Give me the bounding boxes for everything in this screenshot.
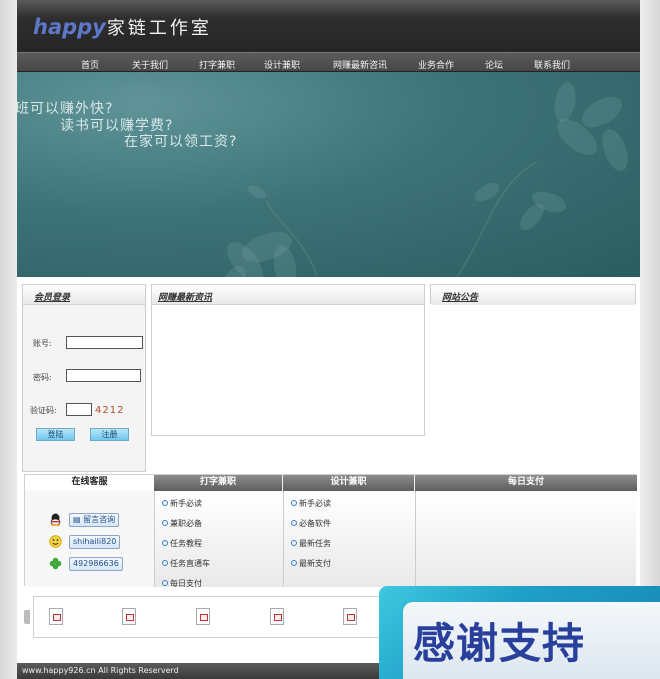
- register-button[interactable]: 注册: [90, 428, 129, 441]
- message-icon: ▤: [73, 515, 81, 524]
- account-input[interactable]: [66, 336, 143, 349]
- captcha-input[interactable]: [66, 403, 92, 416]
- smiley-icon: [49, 535, 62, 548]
- broken-image-icon[interactable]: [49, 608, 63, 625]
- broken-image-icon[interactable]: [122, 608, 136, 625]
- broken-image-icon[interactable]: [270, 608, 284, 625]
- notice-title: 网站公告: [442, 293, 479, 303]
- nav-news[interactable]: 网赚最新咨讯: [333, 58, 387, 71]
- message-consult-label: 留言咨询: [83, 515, 116, 524]
- list-item[interactable]: 新手必读: [291, 493, 415, 513]
- bullet-icon: [291, 520, 297, 526]
- news-header: 网赚最新资讯: [152, 285, 424, 305]
- notice-panel: 网站公告: [430, 284, 636, 305]
- bullet-icon: [291, 560, 297, 566]
- broken-image-icon[interactable]: [196, 608, 210, 625]
- list-item[interactable]: 新手必读: [162, 493, 283, 513]
- tab-daily-payment[interactable]: 每日支付: [415, 475, 637, 491]
- bullet-icon: [162, 540, 168, 546]
- banner: 班可以赚外快? 读书可以赚学费? 在家可以领工资?: [17, 72, 640, 277]
- thanks-text: 感谢支持: [413, 619, 586, 668]
- bullet-icon: [291, 540, 297, 546]
- left-background: [0, 0, 17, 679]
- bullet-icon: [291, 500, 297, 506]
- logo-english: happy: [33, 15, 106, 39]
- banner-line-3: 在家可以领工资?: [124, 134, 238, 150]
- list-item[interactable]: 最新支付: [291, 553, 415, 573]
- list-item[interactable]: 兼职必备: [162, 513, 283, 533]
- thanks-overlay: 感谢支持: [379, 586, 660, 679]
- news-title: 网赚最新资讯: [158, 293, 213, 303]
- nav-typing-job[interactable]: 打字兼职: [199, 58, 235, 71]
- news-panel: 网赚最新资讯: [151, 284, 425, 436]
- message-consult-button[interactable]: ▤ 留言咨询: [69, 513, 120, 527]
- page: happy 家链工作室 首页 关于我们 打字兼职 设计兼职 网赚最新咨讯 业务合…: [17, 0, 640, 679]
- broken-image-icon[interactable]: [343, 608, 357, 625]
- bullet-icon: [162, 520, 168, 526]
- member-login-panel: 会员登录 账号: 密码: 验证码: 4212 登陆 注册: [22, 284, 146, 472]
- design-job-list: 新手必读 必备软件 最新任务 最新支付: [283, 491, 415, 587]
- list-item[interactable]: 最新任务: [291, 533, 415, 553]
- login-header: 会员登录: [23, 285, 145, 305]
- service-contact-1[interactable]: shihaili820: [69, 535, 121, 549]
- captcha-code: 4212: [95, 405, 125, 416]
- tab-design-job[interactable]: 设计兼职: [283, 475, 414, 491]
- tab-online-service[interactable]: 在线客服: [25, 475, 154, 491]
- nav-forum[interactable]: 论坛: [485, 58, 503, 71]
- clover-icon: [49, 557, 62, 570]
- tab-typing-job[interactable]: 打字兼职: [154, 475, 282, 491]
- list-item[interactable]: 任务直通车: [162, 553, 283, 573]
- login-title: 会员登录: [34, 293, 71, 303]
- service-contact-2[interactable]: 492986636: [69, 557, 123, 571]
- login-button[interactable]: 登陆: [36, 428, 75, 441]
- nav-contact[interactable]: 联系我们: [534, 58, 570, 71]
- typing-job-list: 新手必读 兼职必备 任务教程 任务直通车 每日支付: [154, 491, 283, 588]
- account-label: 账号:: [33, 339, 52, 348]
- right-background: [640, 0, 660, 679]
- bullet-icon: [162, 580, 168, 586]
- password-input[interactable]: [66, 369, 141, 382]
- qq-icon: [50, 513, 61, 526]
- main-nav: 首页 关于我们 打字兼职 设计兼职 网赚最新咨讯 业务合作 论坛 联系我们: [17, 52, 640, 72]
- list-item[interactable]: 任务教程: [162, 533, 283, 553]
- logo-chinese: 家链工作室: [106, 18, 212, 39]
- bullet-icon: [162, 560, 168, 566]
- site-logo[interactable]: happy 家链工作室: [33, 14, 212, 40]
- thanks-card: 感谢支持: [403, 602, 660, 679]
- notice-header: 网站公告: [431, 285, 635, 305]
- list-item[interactable]: 每日支付: [162, 573, 283, 593]
- captcha-label: 验证码:: [30, 406, 57, 415]
- list-item[interactable]: 必备软件: [291, 513, 415, 533]
- bottom-tabs: 在线客服 打字兼职 设计兼职 每日支付 ▤ 留言咨询 shihaili820 4…: [24, 474, 637, 588]
- nav-home[interactable]: 首页: [81, 58, 99, 71]
- daily-payment-list: [415, 491, 636, 587]
- password-label: 密码:: [33, 373, 52, 382]
- online-service-panel: ▤ 留言咨询 shihaili820 492986636: [25, 491, 154, 587]
- scroll-left-button[interactable]: [24, 610, 30, 624]
- nav-business[interactable]: 业务合作: [418, 58, 454, 71]
- nav-about[interactable]: 关于我们: [132, 58, 168, 71]
- bullet-icon: [162, 500, 168, 506]
- header: happy 家链工作室: [17, 0, 640, 52]
- nav-design-job[interactable]: 设计兼职: [264, 58, 300, 71]
